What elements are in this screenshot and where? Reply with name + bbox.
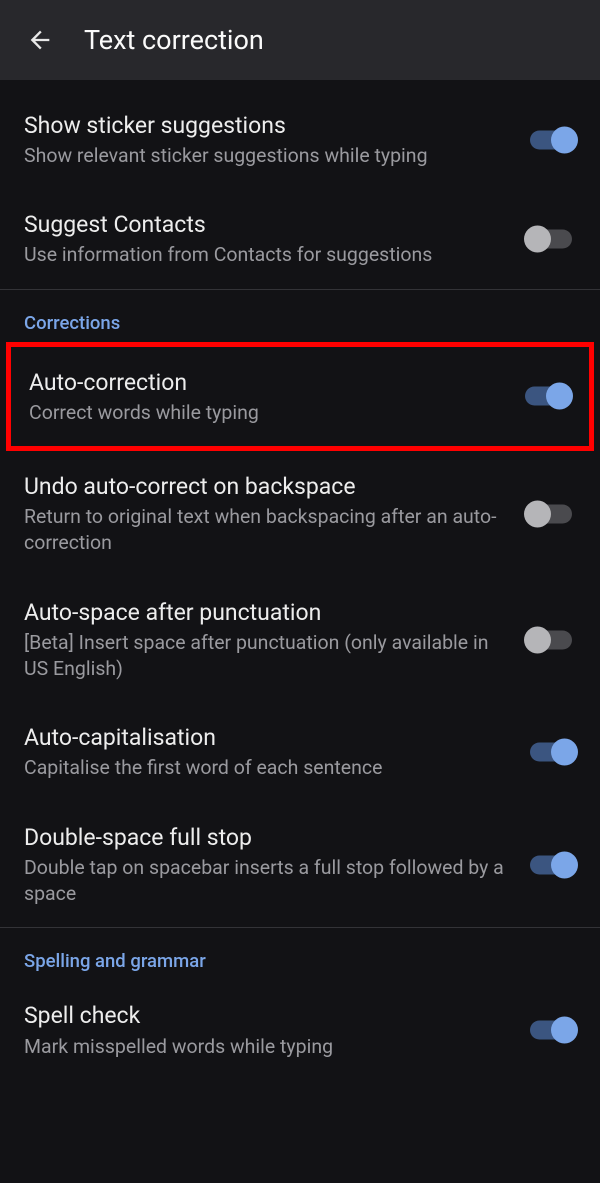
highlight-box: Auto-correction Correct words while typi… xyxy=(6,342,594,451)
setting-title: Auto-capitalisation xyxy=(24,722,506,753)
toggle-undo-autocorrect[interactable] xyxy=(526,500,576,528)
section-header-spelling: Spelling and grammar xyxy=(0,928,600,980)
page-title: Text correction xyxy=(84,24,264,56)
back-button[interactable] xyxy=(20,20,60,60)
toggle-suggest-contacts[interactable] xyxy=(526,225,576,253)
toggle-auto-space[interactable] xyxy=(526,626,576,654)
setting-texts: Spell check Mark misspelled words while … xyxy=(24,1000,526,1059)
section-header-corrections: Corrections xyxy=(0,290,600,342)
setting-subtitle: Capitalise the first word of each senten… xyxy=(24,755,506,781)
toggle-auto-correction[interactable] xyxy=(521,382,571,410)
settings-list: Show sticker suggestions Show relevant s… xyxy=(0,80,600,1080)
toggle-auto-capitalisation[interactable] xyxy=(526,738,576,766)
toggle-thumb xyxy=(524,226,551,253)
setting-auto-space[interactable]: Auto-space after punctuation [Beta] Inse… xyxy=(0,577,600,703)
setting-spell-check[interactable]: Spell check Mark misspelled words while … xyxy=(0,980,600,1079)
setting-title: Spell check xyxy=(24,1000,506,1031)
toggle-sticker-suggestions[interactable] xyxy=(526,126,576,154)
toggle-thumb xyxy=(551,1017,578,1044)
setting-title: Suggest Contacts xyxy=(24,209,506,240)
toggle-thumb xyxy=(546,383,573,410)
setting-texts: Auto-space after punctuation [Beta] Inse… xyxy=(24,597,526,683)
setting-title: Show sticker suggestions xyxy=(24,110,506,141)
toggle-spell-check[interactable] xyxy=(526,1016,576,1044)
setting-double-space-full-stop[interactable]: Double-space full stop Double tap on spa… xyxy=(0,802,600,928)
setting-texts: Suggest Contacts Use information from Co… xyxy=(24,209,526,268)
toggle-thumb xyxy=(524,626,551,653)
setting-texts: Auto-capitalisation Capitalise the first… xyxy=(24,722,526,781)
setting-subtitle: Show relevant sticker suggestions while … xyxy=(24,143,506,169)
setting-subtitle: Return to original text when backspacing… xyxy=(24,504,506,557)
setting-auto-correction[interactable]: Auto-correction Correct words while typi… xyxy=(11,347,589,446)
setting-subtitle: [Beta] Insert space after punctuation (o… xyxy=(24,630,506,683)
setting-auto-capitalisation[interactable]: Auto-capitalisation Capitalise the first… xyxy=(0,702,600,801)
setting-title: Auto-correction xyxy=(29,367,501,398)
setting-subtitle: Double tap on spacebar inserts a full st… xyxy=(24,855,506,908)
app-header: Text correction xyxy=(0,0,600,80)
setting-suggest-contacts[interactable]: Suggest Contacts Use information from Co… xyxy=(0,189,600,288)
toggle-double-space-full-stop[interactable] xyxy=(526,851,576,879)
toggle-thumb xyxy=(551,739,578,766)
setting-texts: Show sticker suggestions Show relevant s… xyxy=(24,110,526,169)
setting-subtitle: Use information from Contacts for sugges… xyxy=(24,242,506,268)
setting-title: Auto-space after punctuation xyxy=(24,597,506,628)
setting-texts: Double-space full stop Double tap on spa… xyxy=(24,822,526,908)
setting-title: Double-space full stop xyxy=(24,822,506,853)
setting-undo-autocorrect[interactable]: Undo auto-correct on backspace Return to… xyxy=(0,451,600,577)
setting-texts: Undo auto-correct on backspace Return to… xyxy=(24,471,526,557)
toggle-thumb xyxy=(524,500,551,527)
arrow-back-icon xyxy=(26,26,54,54)
setting-subtitle: Correct words while typing xyxy=(29,400,501,426)
toggle-thumb xyxy=(551,851,578,878)
toggle-thumb xyxy=(551,126,578,153)
setting-sticker-suggestions[interactable]: Show sticker suggestions Show relevant s… xyxy=(0,90,600,189)
setting-subtitle: Mark misspelled words while typing xyxy=(24,1034,506,1060)
setting-title: Undo auto-correct on backspace xyxy=(24,471,506,502)
setting-texts: Auto-correction Correct words while typi… xyxy=(29,367,521,426)
